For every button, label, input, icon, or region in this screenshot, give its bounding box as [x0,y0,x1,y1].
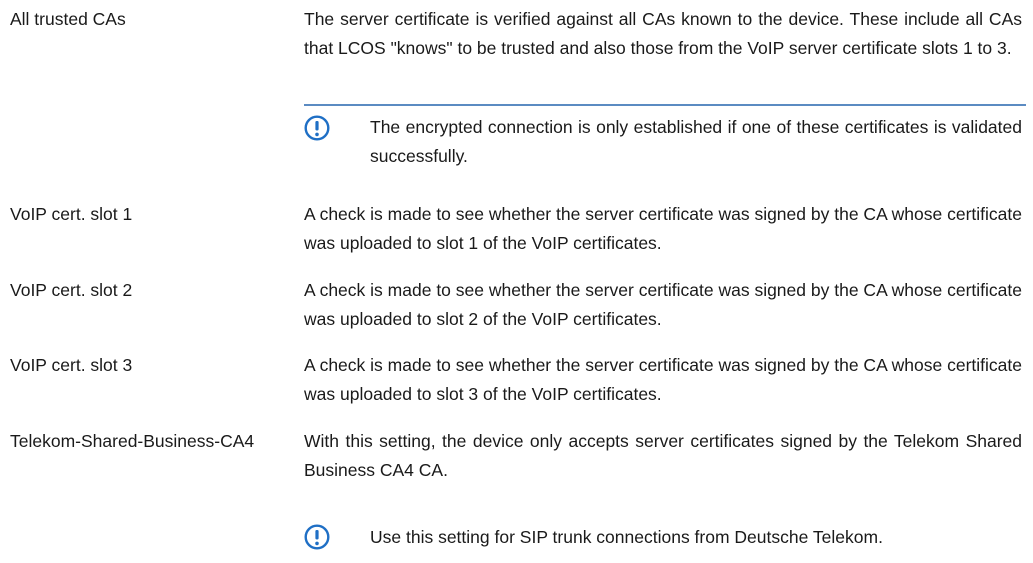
exclamation-circle-icon [304,115,330,141]
term-voip-cert-slot-2: VoIP cert. slot 2 [10,280,133,300]
description-voip-cert-slot-2: A check is made to see whether the serve… [304,280,1022,329]
description-voip-cert-slot-1: A check is made to see whether the serve… [304,204,1022,253]
description-all-trusted-cas: The server certificate is verified again… [304,9,1022,58]
term-voip-cert-slot-1: VoIP cert. slot 1 [10,204,133,224]
description-voip-cert-slot-3: A check is made to see whether the serve… [304,355,1022,404]
note-all-trusted-cas: The encrypted connection is only establi… [370,117,1022,166]
term-voip-cert-slot-3: VoIP cert. slot 3 [10,355,133,375]
note-divider [304,104,1026,106]
note-telekom-shared-business-ca4: Use this setting for SIP trunk connectio… [370,527,883,547]
description-telekom-shared-business-ca4: With this setting, the device only accep… [304,431,1022,480]
term-telekom-shared-business-ca4: Telekom-Shared-Business-CA4 [10,431,255,451]
exclamation-circle-icon [304,524,330,550]
term-all-trusted-cas: All trusted CAs [10,9,126,29]
